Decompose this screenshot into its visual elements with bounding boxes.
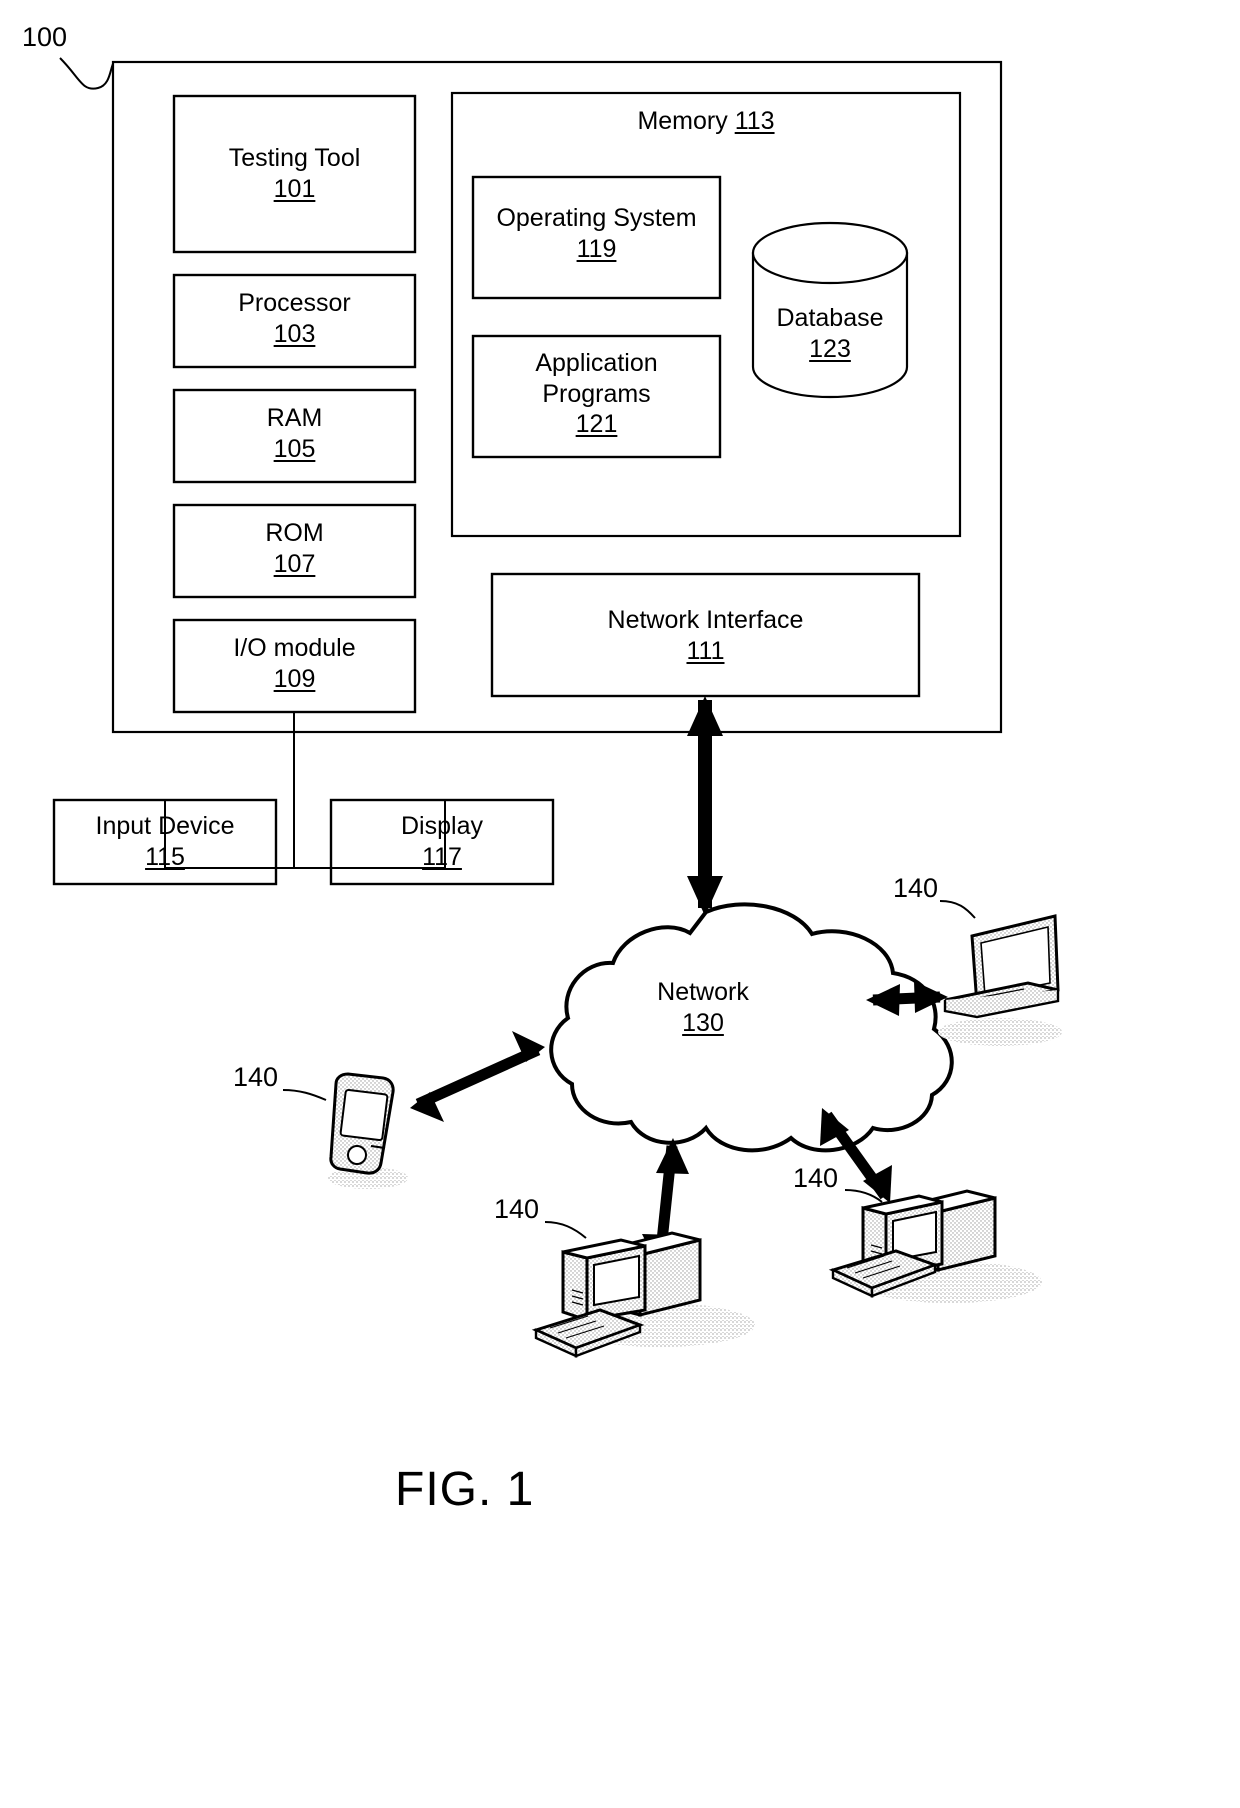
mobile-ref-140: 140	[233, 1062, 279, 1092]
label-ram: RAM 105	[174, 403, 415, 466]
processor-ref: 103	[273, 320, 316, 349]
database-name: Database	[776, 304, 884, 332]
rom-ref: 107	[273, 550, 316, 579]
laptop-ref-140: 140	[893, 873, 939, 903]
memory-name: Memory	[637, 107, 728, 135]
testing-tool-ref: 101	[273, 175, 316, 204]
label-database: Database 123	[753, 303, 907, 366]
desktop-center-terminal-icon	[531, 1231, 755, 1358]
label-input-device: Input Device 115	[54, 811, 276, 874]
operating-system-name: Operating System	[496, 204, 697, 232]
arrow-network-interface-to-network	[687, 696, 723, 916]
database-ref: 123	[809, 335, 851, 364]
desktop-right-ref-140: 140	[793, 1163, 839, 1193]
display-name: Display	[401, 812, 483, 840]
figure-caption: FIG. 1	[395, 1463, 535, 1516]
processor-name: Processor	[238, 289, 351, 317]
label-memory: Memory 113	[452, 106, 960, 137]
io-module-name: I/O module	[233, 634, 356, 662]
laptop-ref-leader	[939, 900, 976, 919]
io-module-ref: 109	[273, 665, 316, 694]
desktop-right-terminal-icon	[828, 1189, 1042, 1303]
input-device-ref: 115	[145, 843, 185, 872]
mobile-terminal-icon	[328, 1072, 408, 1189]
rom-name: ROM	[265, 519, 324, 547]
network-interface-name: Network Interface	[607, 606, 804, 634]
display-ref: 117	[422, 843, 462, 872]
ram-ref: 105	[273, 435, 316, 464]
label-display: Display 117	[331, 811, 553, 874]
desktop-center-ref-leader	[544, 1221, 587, 1239]
input-device-name: Input Device	[95, 812, 235, 840]
network-name: Network	[657, 978, 749, 1006]
testing-tool-name: Testing Tool	[228, 144, 361, 172]
network-ref: 130	[682, 1009, 724, 1038]
label-application-programs: Application Programs 121	[473, 348, 720, 440]
arrow-network-to-mobile	[410, 1031, 545, 1122]
network-interface-ref: 111	[686, 637, 725, 666]
diagram-canvas	[52, 57, 1062, 1358]
label-processor: Processor 103	[174, 288, 415, 351]
operating-system-ref: 119	[576, 235, 617, 264]
application-programs-name-line2: Programs	[542, 379, 651, 408]
desktop-center-ref-140: 140	[494, 1194, 540, 1224]
label-operating-system: Operating System 119	[463, 203, 730, 266]
mobile-ref-leader	[282, 1089, 327, 1101]
ram-name: RAM	[266, 404, 323, 432]
application-programs-name-line1: Application	[535, 349, 658, 377]
laptop-terminal-icon	[938, 914, 1062, 1046]
application-programs-ref: 121	[575, 410, 618, 438]
label-rom: ROM 107	[174, 518, 415, 581]
label-network-interface: Network Interface 111	[492, 605, 919, 668]
label-io-module: I/O module 109	[174, 633, 415, 696]
memory-ref: 113	[734, 107, 775, 135]
system-ref-100: 100	[22, 22, 68, 52]
patent-figure: 100 Testing Tool 101 Processor 103 RAM 1…	[0, 0, 1240, 1808]
label-testing-tool: Testing Tool 101	[174, 143, 415, 206]
label-network: Network 130	[613, 977, 793, 1040]
